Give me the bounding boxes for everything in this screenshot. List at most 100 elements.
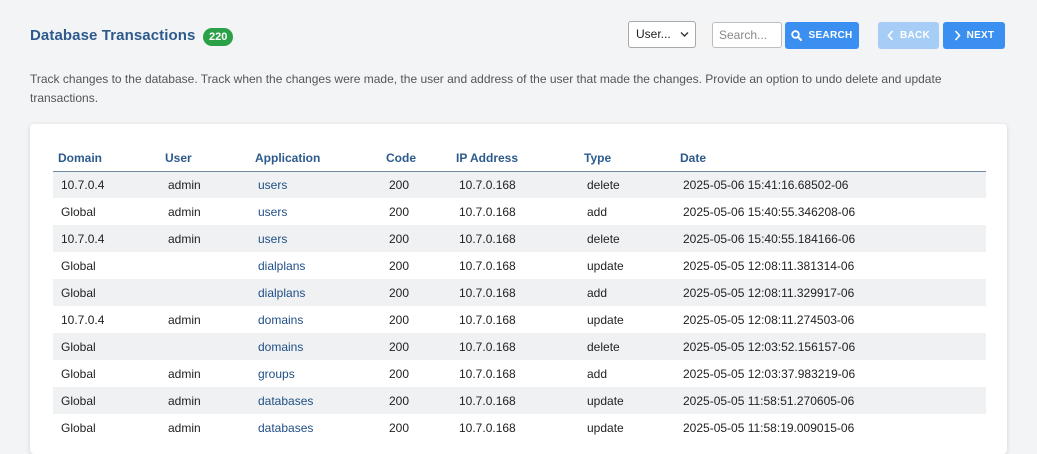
cell-type: add	[587, 204, 608, 219]
table-row[interactable]: Global admin users 200 10.7.0.168 add 20…	[53, 198, 986, 225]
cell-ip-address: 10.7.0.168	[451, 225, 579, 252]
cell-application[interactable]: domains	[250, 333, 381, 360]
cell-code: 200	[389, 366, 410, 381]
table-row[interactable]: Global admin databases 200 10.7.0.168 up…	[53, 387, 986, 414]
cell-user: admin	[168, 420, 201, 435]
cell-application[interactable]: users	[250, 225, 381, 252]
page-description: Track changes to the database. Track whe…	[30, 72, 942, 105]
table-row[interactable]: 10.7.0.4 admin domains 200 10.7.0.168 up…	[53, 306, 986, 333]
cell-domain: Global	[53, 387, 160, 414]
table-row[interactable]: Global admin databases 200 10.7.0.168 up…	[53, 414, 986, 441]
cell-code: 200	[389, 312, 410, 327]
next-button-label: Next	[966, 30, 995, 41]
cell-type: add	[579, 279, 675, 306]
table-row[interactable]: Global domains 200 10.7.0.168 delete 202…	[53, 333, 986, 360]
search-icon	[791, 30, 803, 41]
cell-date: 2025-05-05 12:08:11.329917-06	[675, 279, 986, 306]
cell-domain: 10.7.0.4	[61, 312, 105, 327]
cell-date: 2025-05-05 12:08:11.381314-06	[683, 258, 855, 273]
cell-application[interactable]: groups	[250, 360, 381, 387]
cell-date: 2025-05-06 15:40:55.184166-06	[675, 225, 986, 252]
column-header-type[interactable]: Type	[579, 145, 675, 172]
column-header-application[interactable]: Application	[250, 145, 381, 172]
chevron-left-icon	[887, 30, 894, 41]
table-row[interactable]: Global dialplans 200 10.7.0.168 add 2025…	[53, 279, 986, 306]
cell-application[interactable]: databases	[250, 414, 381, 441]
cell-user: admin	[160, 387, 250, 414]
column-header-user[interactable]: User	[160, 145, 250, 172]
cell-code: 200	[381, 225, 451, 252]
cell-date: 2025-05-05 11:58:19.009015-06	[683, 420, 855, 435]
cell-application[interactable]: databases	[250, 387, 381, 414]
cell-date: 2025-05-05 11:58:51.270605-06	[675, 387, 986, 414]
table-row[interactable]: 10.7.0.4 admin users 200 10.7.0.168 dele…	[53, 171, 986, 198]
cell-domain: Global	[53, 333, 160, 360]
transactions-card: Domain User Application Code IP Address …	[30, 124, 1007, 454]
chevron-right-icon	[954, 30, 961, 41]
search-input[interactable]	[712, 22, 782, 48]
next-button[interactable]: Next	[943, 22, 1005, 49]
search-button-label: Search	[808, 30, 853, 41]
chevron-down-icon	[680, 22, 689, 57]
table-row[interactable]: Global dialplans 200 10.7.0.168 update 2…	[53, 252, 986, 279]
page-title: Database Transactions	[30, 27, 196, 44]
cell-domain: Global	[61, 204, 96, 219]
cell-ip-address: 10.7.0.168	[459, 258, 516, 273]
cell-domain: Global	[61, 366, 96, 381]
cell-domain: Global	[61, 258, 96, 273]
cell-type: update	[587, 258, 624, 273]
column-header-code[interactable]: Code	[381, 145, 451, 172]
cell-user: admin	[168, 312, 201, 327]
cell-user	[160, 252, 250, 279]
user-select-value: User...	[636, 27, 671, 41]
transactions-table: Domain User Application Code IP Address …	[53, 145, 986, 441]
cell-user	[160, 333, 250, 360]
cell-code: 200	[381, 387, 451, 414]
cell-ip-address: 10.7.0.168	[451, 387, 579, 414]
cell-type: update	[587, 420, 624, 435]
cell-application[interactable]: domains	[250, 306, 381, 333]
cell-ip-address: 10.7.0.168	[459, 420, 516, 435]
cell-type: update	[587, 312, 624, 327]
cell-application[interactable]: users	[250, 171, 381, 198]
cell-domain: 10.7.0.4	[53, 171, 160, 198]
column-header-ip-address[interactable]: IP Address	[451, 145, 579, 172]
cell-type: add	[587, 366, 608, 381]
cell-ip-address: 10.7.0.168	[459, 204, 516, 219]
table-row[interactable]: 10.7.0.4 admin users 200 10.7.0.168 dele…	[53, 225, 986, 252]
cell-application[interactable]: dialplans	[250, 252, 381, 279]
back-button[interactable]: Back	[878, 22, 939, 49]
cell-type: delete	[579, 333, 675, 360]
cell-user: admin	[160, 171, 250, 198]
user-select[interactable]: User...	[628, 21, 696, 48]
cell-application[interactable]: dialplans	[250, 279, 381, 306]
cell-ip-address: 10.7.0.168	[451, 171, 579, 198]
cell-code: 200	[381, 279, 451, 306]
table-row[interactable]: Global admin groups 200 10.7.0.168 add 2…	[53, 360, 986, 387]
search-button[interactable]: Search	[785, 22, 859, 49]
cell-user: admin	[160, 225, 250, 252]
cell-application[interactable]: users	[250, 198, 381, 225]
cell-code: 200	[389, 420, 410, 435]
cell-ip-address: 10.7.0.168	[459, 366, 516, 381]
cell-code: 200	[381, 333, 451, 360]
cell-domain: Global	[53, 279, 160, 306]
cell-type: delete	[579, 225, 675, 252]
cell-ip-address: 10.7.0.168	[451, 279, 579, 306]
back-button-label: Back	[899, 30, 931, 41]
cell-ip-address: 10.7.0.168	[451, 333, 579, 360]
cell-date: 2025-05-05 12:03:52.156157-06	[675, 333, 986, 360]
cell-date: 2025-05-05 12:03:37.983219-06	[683, 366, 856, 381]
column-header-date[interactable]: Date	[675, 145, 986, 172]
page-header: Database Transactions 220 User... Search…	[0, 0, 1037, 64]
column-header-domain[interactable]: Domain	[53, 145, 160, 172]
cell-date: 2025-05-06 15:40:55.346208-06	[683, 204, 856, 219]
cell-code: 200	[381, 171, 451, 198]
cell-domain: Global	[61, 420, 96, 435]
cell-date: 2025-05-05 12:08:11.274503-06	[683, 312, 855, 327]
cell-user	[160, 279, 250, 306]
cell-type: delete	[579, 171, 675, 198]
cell-user: admin	[168, 204, 201, 219]
cell-user: admin	[168, 366, 201, 381]
cell-ip-address: 10.7.0.168	[459, 312, 516, 327]
